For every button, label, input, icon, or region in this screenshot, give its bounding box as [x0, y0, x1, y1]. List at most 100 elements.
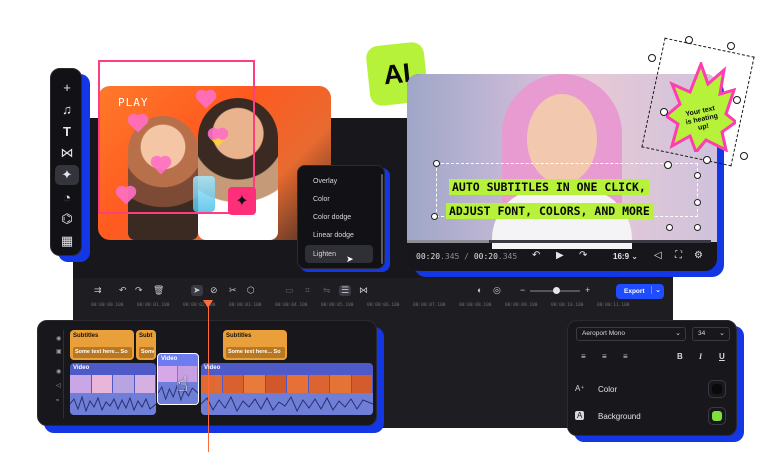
- resize-handle[interactable]: [433, 160, 440, 167]
- split-icon[interactable]: ✂: [229, 285, 237, 296]
- blend-item-overlay[interactable]: Overlay: [305, 172, 373, 190]
- background-swatch-fill: [712, 411, 722, 421]
- volume-icon[interactable]: ◁: [654, 250, 662, 261]
- screen-icon[interactable]: ▭: [285, 285, 294, 296]
- resize-handle[interactable]: [694, 172, 701, 179]
- resize-handle[interactable]: [694, 224, 701, 231]
- color-swatch[interactable]: [708, 380, 726, 398]
- ruler-tick: 00:00:07.100: [413, 303, 446, 308]
- transition-icon[interactable]: ⋈: [51, 143, 83, 163]
- zoom-slider-knob[interactable]: [553, 287, 560, 294]
- aspect-ratio-select[interactable]: 16:9 ⌄: [613, 252, 638, 261]
- effects-icon[interactable]: ✦: [55, 165, 79, 185]
- shield-icon[interactable]: ⬡: [247, 285, 255, 296]
- ruler-tick: 00:00:01.100: [137, 303, 170, 308]
- audio-icon[interactable]: ≈: [56, 398, 59, 404]
- bold-button[interactable]: B: [677, 352, 683, 361]
- chevron-down-icon[interactable]: ⌄: [651, 286, 661, 294]
- clip-text: Some text here... So: [73, 347, 132, 358]
- export-button[interactable]: Export ⌄: [616, 284, 664, 299]
- delete-icon[interactable]: 🗑: [153, 285, 164, 296]
- fullscreen-icon[interactable]: ⛶: [675, 250, 682, 261]
- adjust-icon[interactable]: ☰: [339, 285, 352, 296]
- underline-button[interactable]: U: [719, 352, 725, 361]
- playback-progress[interactable]: [407, 240, 711, 243]
- align-left-button[interactable]: ≡: [581, 352, 586, 361]
- background-swatch[interactable]: [708, 407, 726, 425]
- lock-icon[interactable]: ▣: [56, 348, 62, 355]
- video-clip[interactable]: Video: [70, 363, 156, 415]
- font-size-select[interactable]: 34 ⌄: [692, 327, 730, 341]
- subtitle-line-1[interactable]: AUTO SUBTITLES IN ONE CLICK,: [449, 179, 649, 195]
- link-icon[interactable]: ⋈: [359, 285, 368, 296]
- sticker-icon[interactable]: ⌬: [51, 209, 83, 229]
- blend-item-linear-dodge[interactable]: Linear dodge: [305, 226, 373, 244]
- aspect-ratio-label: 16:9: [613, 252, 630, 261]
- resize-handle[interactable]: [648, 54, 656, 62]
- eye-icon[interactable]: ◉: [56, 368, 61, 375]
- playback-progress-fill: [407, 240, 490, 243]
- clip-title: Video: [73, 365, 90, 371]
- crop-icon[interactable]: ⌗: [305, 285, 310, 296]
- resize-handle[interactable]: [727, 42, 735, 50]
- color-label: Color: [598, 385, 618, 394]
- magnet-icon[interactable]: ◐: [477, 285, 482, 295]
- eye-icon[interactable]: ◉: [56, 335, 61, 342]
- blend-item-color-dodge[interactable]: Color dodge: [305, 208, 373, 226]
- align-right-button[interactable]: ≡: [623, 352, 628, 361]
- resize-handle[interactable]: [694, 199, 701, 206]
- play-icon[interactable]: ▶: [556, 250, 564, 261]
- sparkle-icon[interactable]: ✦: [228, 187, 256, 215]
- resize-handle[interactable]: [664, 161, 672, 169]
- subtitle-clip[interactable]: Subtitles Some text here... So: [70, 330, 134, 360]
- text-icon[interactable]: T: [51, 121, 83, 141]
- total-time-ms: .345: [497, 252, 518, 261]
- zoom-in-icon[interactable]: +: [585, 285, 590, 295]
- align-center-button[interactable]: ≡: [602, 352, 607, 361]
- music-add-icon[interactable]: ♫: [51, 99, 83, 119]
- current-time: 00:20: [416, 252, 441, 261]
- resize-handle[interactable]: [703, 156, 711, 164]
- flip-icon[interactable]: ⇋: [323, 285, 331, 296]
- clip-thumbnails: [70, 375, 156, 393]
- filter-icon[interactable]: ◔: [51, 187, 83, 207]
- time-display: 00:20.345 / 00:20.345: [416, 252, 517, 261]
- clip-title: Subt: [139, 333, 153, 339]
- undo-icon[interactable]: ↶: [532, 250, 540, 261]
- blend-item-color[interactable]: Color: [305, 190, 373, 208]
- resize-handle[interactable]: [740, 152, 748, 160]
- italic-button[interactable]: I: [699, 352, 702, 361]
- font-family-select[interactable]: Aeroport Mono ⌄: [576, 327, 686, 341]
- resize-handle[interactable]: [431, 213, 438, 220]
- timeline-ruler[interactable]: 00:00:00.100 00:00:01.100 00:00:02.100 0…: [73, 302, 673, 312]
- subtitle-clip[interactable]: Subt Some: [136, 330, 156, 360]
- video-clip[interactable]: Video: [201, 363, 373, 415]
- redo-icon[interactable]: ↷: [579, 250, 587, 261]
- export-label: Export: [624, 288, 645, 295]
- font-family-value: Aeroport Mono: [582, 330, 625, 337]
- clip-title: Subtitles: [73, 333, 99, 339]
- player-controls: 00:20.345 / 00:20.345 ↶ ▶ ↷ 16:9 ⌄ ◁ ⛶ ⚙: [407, 245, 717, 271]
- resize-handle[interactable]: [666, 224, 673, 231]
- ban-icon[interactable]: ⊘: [210, 285, 218, 296]
- zoom-out-icon[interactable]: −: [520, 285, 525, 295]
- volume-icon[interactable]: ◁: [56, 382, 61, 389]
- undo-icon[interactable]: ↶: [119, 285, 127, 296]
- resize-handle[interactable]: [660, 108, 668, 116]
- select-icon[interactable]: ➤: [191, 285, 203, 296]
- background-label: Background: [598, 412, 641, 421]
- subtitle-line-2[interactable]: ADJUST FONT, COLORS, AND MORE: [446, 203, 653, 219]
- templates-icon[interactable]: ▦: [51, 231, 83, 251]
- plus-icon[interactable]: +: [51, 77, 83, 97]
- subtitle-clip[interactable]: Subtitles Some text here... So: [223, 330, 287, 360]
- blend-item-lighten[interactable]: Lighten: [305, 245, 373, 263]
- text-color-icon: A⁺: [575, 384, 585, 393]
- settings-icon[interactable]: ⚙: [694, 250, 703, 261]
- rotate-handle[interactable]: [685, 36, 693, 44]
- blend-menu-scrollbar[interactable]: [381, 174, 383, 264]
- snap-icon[interactable]: ◎: [493, 285, 501, 296]
- redo-icon[interactable]: ↷: [135, 285, 143, 296]
- resize-handle[interactable]: [733, 96, 741, 104]
- audio-waveform: [201, 393, 373, 415]
- add-track-icon[interactable]: ⇉: [94, 285, 102, 296]
